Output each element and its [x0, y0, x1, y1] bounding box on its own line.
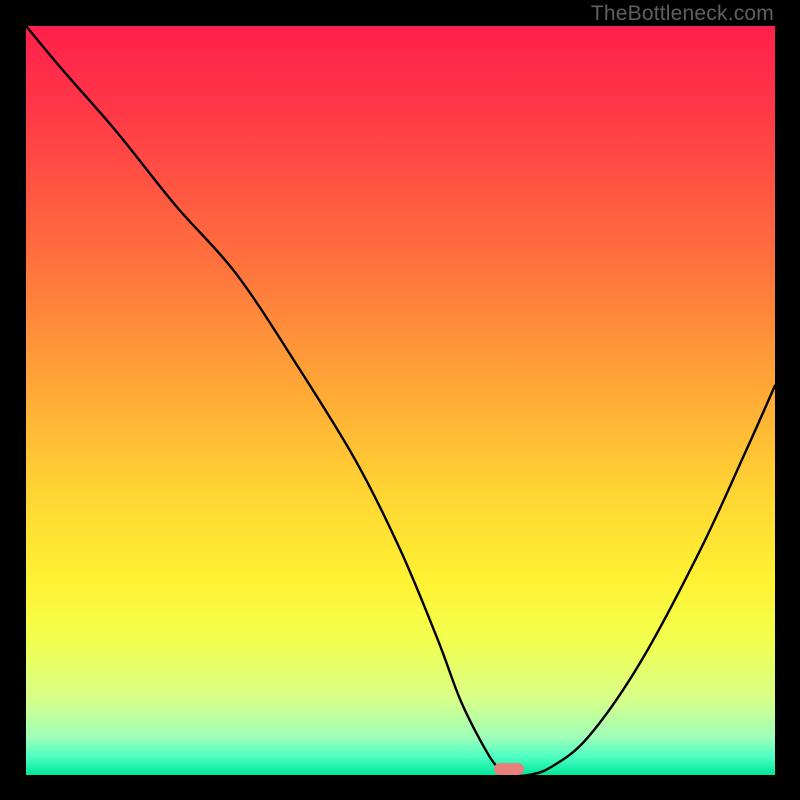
chart-frame: TheBottleneck.com: [0, 0, 800, 800]
attribution-text: TheBottleneck.com: [591, 2, 774, 26]
optimal-marker: [494, 763, 524, 775]
plot-area: [26, 26, 775, 775]
bottleneck-curve: [26, 26, 775, 775]
